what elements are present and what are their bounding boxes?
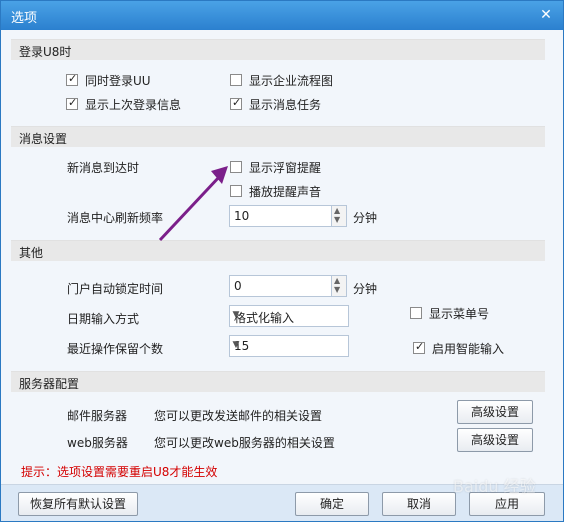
date-value: 格式化输入 bbox=[234, 311, 295, 325]
window-title: 选项 bbox=[11, 11, 38, 26]
recent-value: 15 bbox=[234, 339, 250, 353]
login-uu-label: 同时登录UU bbox=[85, 74, 151, 88]
check-icon: ✓ bbox=[68, 96, 78, 109]
spin-down-icon[interactable]: ▼ bbox=[334, 285, 340, 294]
recent-select[interactable]: 15 ▼ bbox=[229, 335, 349, 357]
section-other-title: 其他 bbox=[19, 246, 44, 260]
lock-label: 门户自动锁定时间 bbox=[67, 282, 164, 296]
options-dialog: 选项 ✕ 登录U8时 ✓ 同时登录UU ✓ 显示上次登录信息 显示企业流程图 ✓… bbox=[0, 0, 564, 522]
ok-button[interactable]: 确定 bbox=[295, 492, 369, 516]
lock-spin[interactable]: ▲ ▼ bbox=[331, 276, 346, 296]
lock-stepper[interactable]: 0 ▲ ▼ bbox=[229, 275, 347, 297]
refresh-spin[interactable]: ▲ ▼ bbox=[331, 206, 346, 226]
show-message-tasks-label: 显示消息任务 bbox=[249, 98, 322, 112]
section-login-title: 登录U8时 bbox=[19, 45, 72, 59]
smart-input-checkbox[interactable]: ✓ bbox=[413, 340, 425, 354]
show-enterprise-flow-checkbox[interactable] bbox=[230, 74, 242, 86]
date-select[interactable]: 格式化输入 ▼ bbox=[229, 305, 349, 327]
refresh-value: 10 bbox=[234, 209, 250, 223]
mail-server-label: 邮件服务器 bbox=[67, 409, 128, 423]
close-icon[interactable]: ✕ bbox=[537, 6, 555, 24]
show-float-checkbox[interactable] bbox=[230, 161, 242, 173]
spin-up-icon[interactable]: ▲ bbox=[334, 276, 340, 285]
show-last-login-label: 显示上次登录信息 bbox=[85, 98, 182, 112]
show-menu-no-label: 显示菜单号 bbox=[429, 307, 490, 321]
show-enterprise-flow-label: 显示企业流程图 bbox=[249, 74, 334, 88]
section-server: 服务器配置 bbox=[11, 371, 545, 392]
refresh-stepper[interactable]: 10 ▲ ▼ bbox=[229, 205, 347, 227]
mail-advanced-button[interactable]: 高级设置 bbox=[457, 400, 533, 424]
lock-unit: 分钟 bbox=[353, 282, 378, 296]
arrival-label: 新消息到达时 bbox=[67, 161, 140, 175]
date-label: 日期输入方式 bbox=[67, 312, 140, 326]
show-last-login-checkbox[interactable]: ✓ bbox=[66, 96, 78, 110]
check-icon: ✓ bbox=[415, 340, 425, 353]
recent-label: 最近操作保留个数 bbox=[67, 342, 164, 356]
play-sound-label: 播放提醒声音 bbox=[249, 185, 322, 199]
show-float-label: 显示浮窗提醒 bbox=[249, 161, 322, 175]
smart-input-label: 启用智能输入 bbox=[432, 342, 505, 356]
mail-server-desc: 您可以更改发送邮件的相关设置 bbox=[154, 409, 323, 423]
refresh-unit: 分钟 bbox=[353, 211, 378, 225]
cancel-button[interactable]: 取消 bbox=[382, 492, 456, 516]
section-message-title: 消息设置 bbox=[19, 132, 68, 146]
spin-down-icon[interactable]: ▼ bbox=[334, 215, 340, 224]
web-advanced-button[interactable]: 高级设置 bbox=[457, 428, 533, 452]
login-uu-checkbox[interactable]: ✓ bbox=[66, 72, 78, 86]
section-login: 登录U8时 bbox=[11, 39, 545, 60]
section-other: 其他 bbox=[11, 240, 545, 261]
check-icon: ✓ bbox=[68, 72, 78, 85]
restart-hint: 提示：选项设置需要重启U8才能生效 bbox=[21, 465, 218, 479]
play-sound-checkbox[interactable] bbox=[230, 185, 242, 197]
show-menu-no-checkbox[interactable] bbox=[410, 307, 422, 319]
section-server-title: 服务器配置 bbox=[19, 377, 80, 391]
section-message: 消息设置 bbox=[11, 126, 545, 147]
title-bar: 选项 ✕ bbox=[1, 1, 563, 30]
web-server-label: web服务器 bbox=[67, 436, 128, 450]
lock-value: 0 bbox=[234, 279, 242, 293]
show-message-tasks-checkbox[interactable]: ✓ bbox=[230, 96, 242, 110]
web-server-desc: 您可以更改web服务器的相关设置 bbox=[154, 436, 335, 450]
refresh-label: 消息中心刷新频率 bbox=[67, 211, 164, 225]
watermark: Baidu 经验 bbox=[453, 477, 536, 496]
spin-up-icon[interactable]: ▲ bbox=[334, 206, 340, 215]
check-icon: ✓ bbox=[232, 96, 242, 109]
restore-defaults-button[interactable]: 恢复所有默认设置 bbox=[18, 492, 138, 516]
